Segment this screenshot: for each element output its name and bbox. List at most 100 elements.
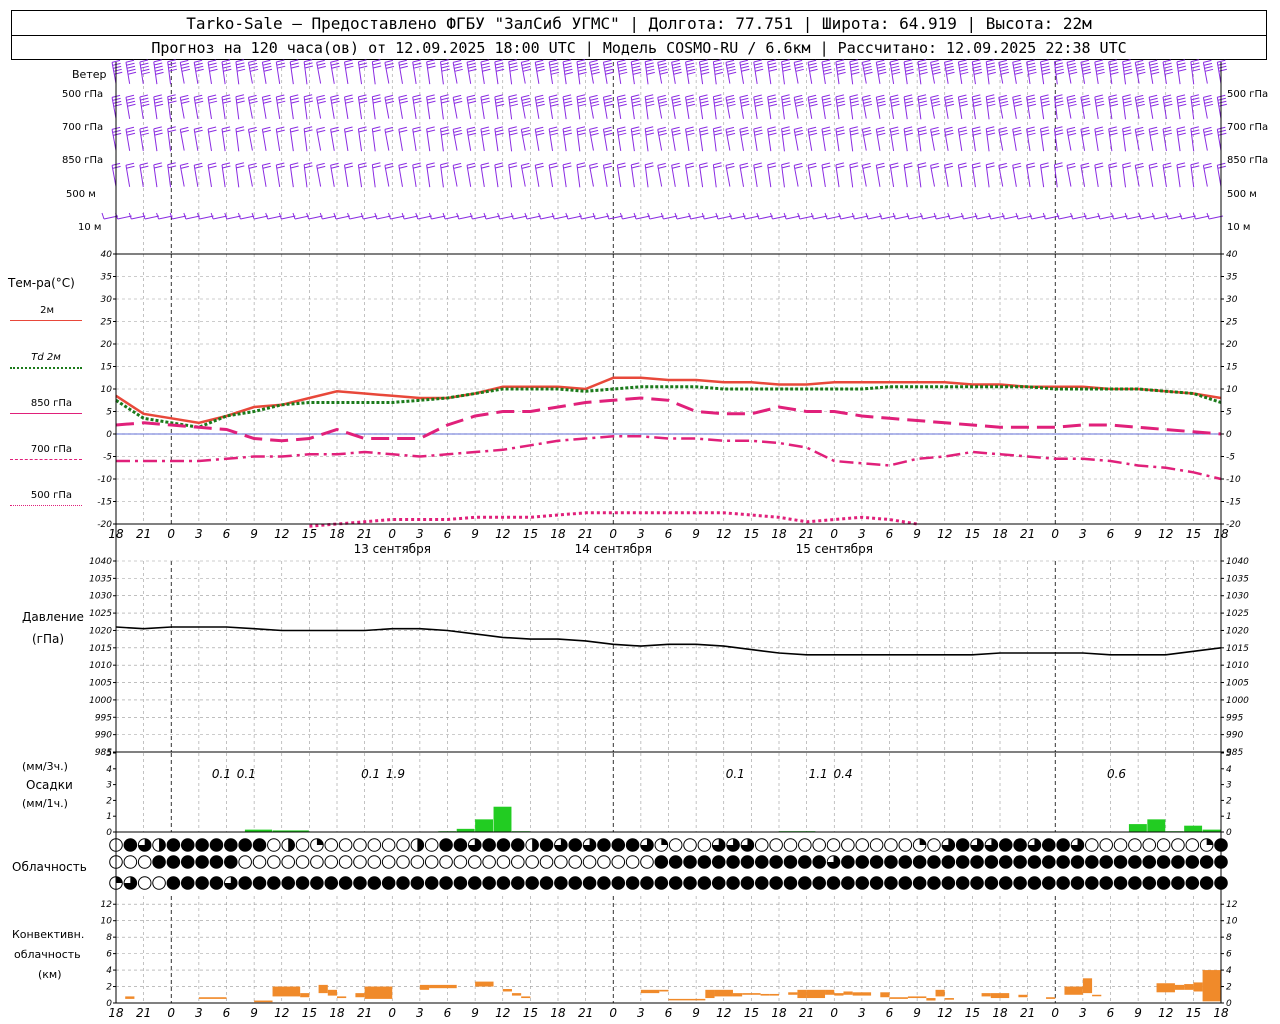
- barb-feather: [358, 129, 367, 133]
- barb-feather: [959, 68, 968, 72]
- cloud-symbol: [1185, 855, 1200, 869]
- cloud-symbol: [324, 876, 339, 890]
- barb-feather: [658, 129, 667, 133]
- tick-label-left: 1: [106, 812, 112, 822]
- cloud-symbol: [1099, 838, 1113, 852]
- cloud-circle: [1156, 838, 1171, 852]
- barb-feather: [125, 59, 135, 63]
- cloud-symbol: [625, 855, 640, 869]
- hour-label-bottom: 21: [1020, 1006, 1035, 1020]
- wind-barb: [889, 126, 900, 152]
- cloud-symbol: [783, 855, 798, 869]
- wind-barb: [971, 126, 982, 152]
- barb-feather: [603, 165, 613, 169]
- barb-staff: [739, 165, 745, 187]
- barb-feather: [1203, 165, 1213, 169]
- precip-label: 0.1: [361, 767, 380, 781]
- wind-barb: [139, 94, 150, 120]
- cloud-symbol: [826, 855, 841, 869]
- barb-feather: [290, 97, 299, 101]
- barb-feather: [1149, 165, 1158, 169]
- barb-feather: [576, 162, 586, 166]
- wind-barb: [917, 162, 927, 188]
- cloud-fill: [1071, 855, 1084, 869]
- wind-barb: [452, 162, 462, 187]
- cloud-symbol: [697, 838, 712, 852]
- barb-feather: [958, 62, 967, 66]
- wind-barb: [943, 94, 955, 119]
- barb-feather: [1122, 165, 1132, 169]
- barb-feather: [549, 62, 558, 66]
- barb-feather: [672, 132, 681, 136]
- wind-barb: [576, 126, 586, 152]
- barb-feather: [685, 94, 694, 98]
- barb-feather: [944, 62, 954, 66]
- barb-staff: [589, 129, 594, 151]
- barb-feather: [836, 62, 845, 66]
- cloud-symbol: [1013, 838, 1027, 852]
- meteogram-plot: 0.1 0.1 0.1 1.9 0.1 1.1 0.4 0.6 40 4035 3530 3025 2…: [89, 59, 1249, 1020]
- cloud-symbol: [238, 838, 252, 852]
- date-label: 13 сентября: [354, 542, 431, 556]
- barb-feather: [126, 132, 136, 136]
- cloud-symbol: [1027, 838, 1042, 852]
- wind-barb: [657, 94, 668, 119]
- barb-staff: [412, 96, 417, 120]
- barb-feather: [1162, 59, 1172, 63]
- cloud-circle: [539, 855, 554, 869]
- tick-label-right: 0: [1226, 999, 1232, 1009]
- wind-barb: [1094, 94, 1105, 120]
- barb-feather: [972, 59, 981, 63]
- tick-label-right: 1020: [1226, 626, 1249, 636]
- wind-barb: [793, 126, 804, 151]
- barb-staff: [1148, 62, 1154, 84]
- barb-feather: [589, 97, 599, 101]
- barb-feather: [958, 165, 967, 169]
- barb-feather: [1082, 71, 1092, 75]
- barb-staff: [608, 215, 623, 220]
- conv-bar: [852, 992, 872, 996]
- wind-barb: [426, 94, 436, 120]
- cloud-symbol: [826, 838, 841, 852]
- cloud-fill: [956, 876, 969, 890]
- tick-label-right: 10: [1226, 917, 1238, 927]
- barb-feather: [1012, 126, 1021, 130]
- barb-staff: [616, 61, 622, 85]
- barb-staff: [294, 215, 310, 220]
- hour-label: 21: [799, 527, 814, 541]
- wind-barb: [753, 59, 764, 85]
- barb-staff: [1026, 128, 1031, 152]
- barb-staff: [139, 96, 144, 120]
- cloud-fill: [970, 855, 984, 869]
- barb-staff: [1148, 97, 1154, 119]
- cloud-fill: [597, 838, 611, 852]
- cloud-symbol: [152, 876, 166, 890]
- cloud-fill: [339, 876, 352, 890]
- cloud-fill: [1200, 855, 1213, 869]
- barb-staff: [1216, 62, 1222, 84]
- wind-barb: [466, 94, 477, 119]
- barb-staff: [949, 215, 964, 220]
- cloud-symbol: [525, 855, 539, 869]
- barb-staff: [390, 215, 405, 220]
- wind-barb: [330, 162, 340, 187]
- hour-label: 3: [416, 527, 424, 541]
- wind-barb: [875, 94, 886, 119]
- barb-feather: [917, 94, 927, 98]
- barb-feather: [686, 132, 695, 136]
- barb-feather: [467, 65, 477, 69]
- barb-feather: [904, 100, 914, 104]
- barb-feather: [617, 97, 626, 101]
- wind-barb: [480, 59, 491, 85]
- tick-label-right: -5: [1226, 453, 1235, 463]
- cloud-circle: [367, 838, 382, 852]
- barb-feather: [986, 129, 995, 133]
- barb-feather: [550, 68, 559, 72]
- barb-feather: [673, 103, 682, 107]
- barb-feather: [317, 65, 326, 69]
- hour-label-bottom: 0: [388, 1006, 396, 1020]
- tick-label-right: 15: [1226, 363, 1238, 373]
- cloud-symbol: [654, 876, 669, 890]
- barb-feather: [1190, 162, 1199, 166]
- wind-barb: [193, 162, 203, 187]
